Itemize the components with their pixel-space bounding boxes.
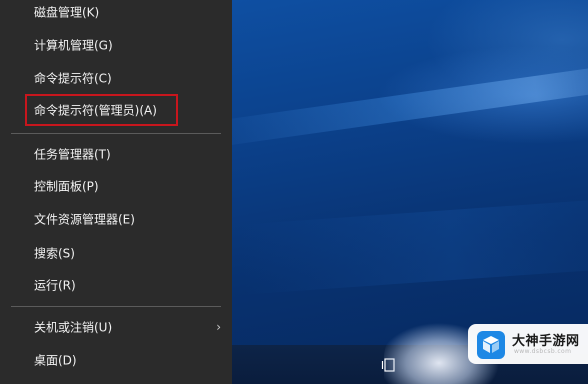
wallpaper-light-beam [232,60,588,150]
menu-item-label: 计算机管理(G) [34,38,113,53]
menu-item-disk-management[interactable]: 磁盘管理(K) [0,0,232,28]
menu-item-label: 命令提示符(C) [34,71,112,86]
wallpaper-light-beam-lower [240,195,588,295]
menu-item-label: 关机或注销(U) [34,320,113,335]
menu-item-search[interactable]: 搜索(S) [0,237,232,269]
menu-item-task-manager[interactable]: 任务管理器(T) [0,138,232,170]
menu-item-control-panel[interactable]: 控制面板(P) [0,170,232,202]
menu-item-command-prompt[interactable]: 命令提示符(C) [0,62,232,94]
chevron-right-icon: › [216,320,221,334]
menu-separator [11,306,221,307]
menu-item-computer-management[interactable]: 计算机管理(G) [0,29,232,61]
menu-item-run[interactable]: 运行(R) [0,269,232,301]
menu-item-label: 文件资源管理器(E) [34,212,135,227]
cube-logo-icon [477,331,505,359]
watermark-url: www.dsbcsb.com [514,348,572,355]
watermark-badge: 大神手游网 www.dsbcsb.com [468,324,588,364]
menu-item-label: 任务管理器(T) [34,147,111,162]
menu-item-label: 控制面板(P) [34,179,99,194]
power-user-menu: 磁盘管理(K) 计算机管理(G) 命令提示符(C) 命令提示符(管理员)(A) … [0,0,232,384]
menu-item-label: 搜索(S) [34,246,75,261]
menu-item-label: 运行(R) [34,278,76,293]
screen: 大神手游网 www.dsbcsb.com 磁盘管理(K) 计算机管理(G) 命令… [0,0,588,384]
menu-item-shutdown-signout[interactable]: 关机或注销(U) › [0,311,232,343]
menu-separator [11,133,221,134]
watermark-title: 大神手游网 [512,334,580,349]
menu-item-label: 桌面(D) [34,353,77,368]
menu-item-desktop[interactable]: 桌面(D) [0,344,232,376]
menu-item-label: 磁盘管理(K) [34,5,100,20]
menu-item-file-explorer[interactable]: 文件资源管理器(E) [0,203,232,235]
highlight-box [25,94,178,126]
